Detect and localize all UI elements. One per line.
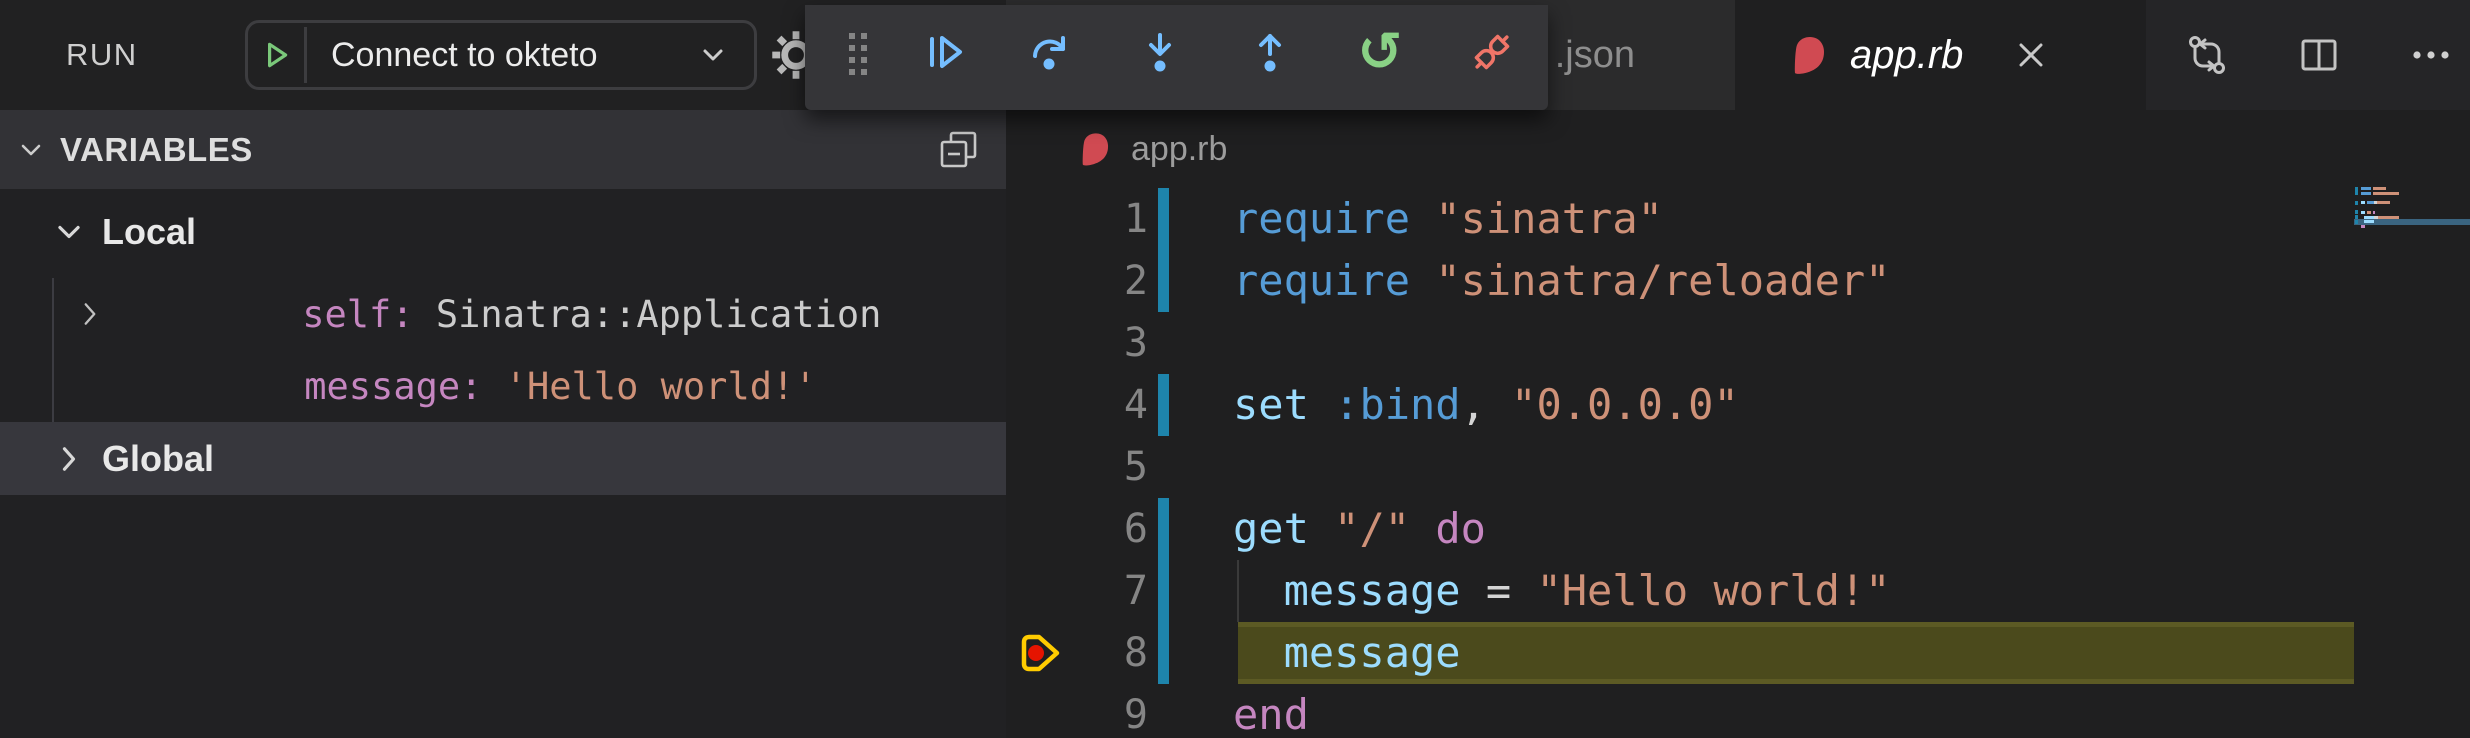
step-over-button[interactable] — [1027, 29, 1073, 75]
debug-current-line-breakpoint-icon[interactable] — [1018, 630, 1064, 676]
variable-row-message[interactable]: message: 'Hello world!' — [0, 350, 1006, 422]
modified-line-gutter-bar[interactable] — [1158, 250, 1169, 312]
tab-app-rb-label: app.rb — [1850, 32, 1964, 77]
chevron-right-icon[interactable] — [74, 298, 106, 330]
minimap[interactable] — [2354, 186, 2470, 266]
line-number[interactable]: 9 — [1006, 684, 1148, 738]
dropdown-divider — [304, 27, 307, 83]
code-text: set :bind, "0.0.0.0" — [1233, 380, 1739, 429]
modified-line-gutter-bar[interactable] — [1158, 188, 1169, 250]
line-number[interactable]: 1 — [1006, 188, 1148, 250]
minimap-line — [2354, 224, 2470, 229]
vscode-debug-window: RUN Connect to okteto .json app.rb ↺ VAR… — [0, 0, 2470, 738]
code-line[interactable]: 1 require "sinatra" — [1006, 188, 2470, 250]
modified-line-gutter-bar[interactable] — [1158, 622, 1169, 684]
line-number[interactable]: 7 — [1006, 560, 1148, 622]
breadcrumb[interactable]: app.rb — [1006, 110, 1227, 188]
disconnect-button[interactable] — [1469, 29, 1515, 75]
continue-button[interactable] — [922, 29, 968, 75]
tab-app-rb[interactable]: app.rb — [1735, 0, 2146, 110]
launch-config-label: Connect to okteto — [331, 35, 598, 74]
run-panel-title: RUN — [66, 37, 138, 72]
start-debug-icon[interactable] — [260, 39, 292, 71]
code-line[interactable]: 2 require "sinatra/reloader" — [1006, 250, 2470, 312]
more-actions-icon[interactable] — [2408, 32, 2454, 78]
code-text: message — [1283, 628, 1461, 677]
collapse-all-icon[interactable] — [936, 127, 982, 173]
ruby-file-icon — [1790, 32, 1828, 78]
variables-section-header[interactable]: VARIABLES — [0, 110, 1006, 189]
code-text: require "sinatra" — [1233, 194, 1663, 243]
close-icon[interactable] — [2007, 31, 2055, 79]
split-editor-icon[interactable] — [2296, 32, 2342, 78]
code-text: message = "Hello world!" — [1283, 566, 1891, 615]
chevron-down-icon[interactable] — [698, 40, 728, 70]
modified-line-gutter-bar[interactable] — [1158, 560, 1169, 622]
ruby-file-icon — [1077, 129, 1113, 169]
variables-title: VARIABLES — [60, 130, 253, 168]
code-text: require "sinatra/reloader" — [1233, 256, 1891, 305]
restart-button[interactable]: ↺ — [1357, 25, 1403, 79]
code-editor: app.rb 1 require "sinatra" 2 require "sinat… — [1006, 110, 2470, 738]
editor-title-actions — [2146, 0, 2470, 110]
modified-line-gutter-bar[interactable] — [1158, 374, 1169, 436]
code-line[interactable]: 3 — [1006, 312, 2470, 374]
line-number[interactable]: 6 — [1006, 498, 1148, 560]
code-line[interactable]: 4 set :bind, "0.0.0.0" — [1006, 374, 2470, 436]
scope-local-label: Local — [102, 211, 197, 252]
open-changes-icon[interactable] — [2184, 32, 2230, 78]
code-line[interactable]: 6 get "/" do — [1006, 498, 2470, 560]
code-line[interactable]: 8 message — [1006, 622, 2470, 684]
code-text: end — [1233, 690, 1309, 738]
breadcrumb-filename: app.rb — [1131, 129, 1228, 168]
scope-global[interactable]: Global — [0, 422, 1006, 495]
variable-name: message: — [304, 364, 505, 408]
tab-json-label: .json — [1554, 33, 1635, 76]
debug-toolbar: ↺ — [805, 5, 1548, 110]
step-out-button[interactable] — [1247, 29, 1293, 75]
modified-line-gutter-bar[interactable] — [1158, 498, 1169, 560]
step-into-button[interactable] — [1137, 29, 1183, 75]
line-number[interactable]: 4 — [1006, 374, 1148, 436]
line-number[interactable]: 3 — [1006, 312, 1148, 374]
chevron-down-icon[interactable] — [52, 215, 86, 249]
code-text: get "/" do — [1233, 504, 1486, 553]
line-number[interactable]: 5 — [1006, 436, 1148, 498]
tree-indent-guide — [52, 278, 54, 422]
drag-handle-icon[interactable] — [835, 29, 881, 75]
code-area[interactable]: 1 require "sinatra" 2 require "sinatra/relo… — [1006, 188, 2470, 738]
chevron-down-icon[interactable] — [16, 135, 46, 165]
code-line[interactable]: 9 end — [1006, 684, 2470, 738]
line-number[interactable]: 2 — [1006, 250, 1148, 312]
scope-global-label: Global — [102, 437, 215, 479]
launch-config-dropdown[interactable]: Connect to okteto — [245, 20, 757, 90]
variable-value: 'Hello world!' — [504, 364, 817, 408]
code-line[interactable]: 5 — [1006, 436, 2470, 498]
chevron-right-icon[interactable] — [52, 442, 86, 476]
code-line[interactable]: 7 message = "Hello world!" — [1006, 560, 2470, 622]
variables-panel: VARIABLES Local self: Sinatra::Applicati… — [0, 110, 1006, 738]
